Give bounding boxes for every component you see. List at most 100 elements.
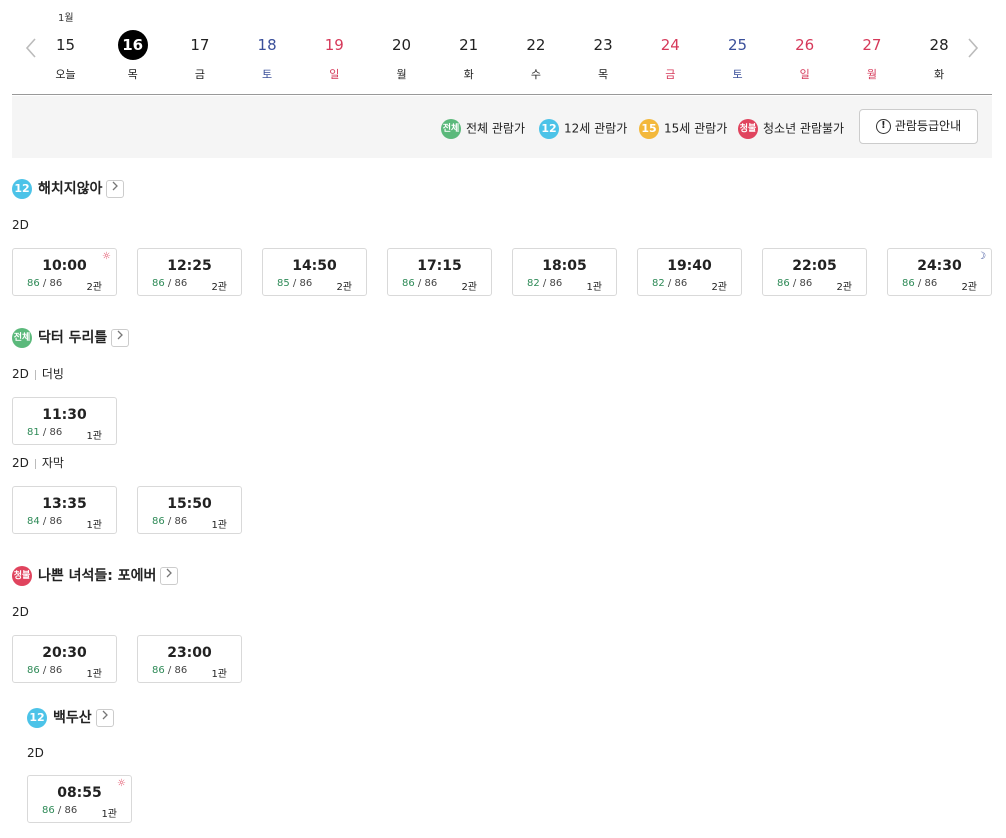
day-weekday: 화 [934, 68, 945, 81]
legend-item-12: 12 12세 관람가 [539, 118, 627, 139]
seats-total: 86 [64, 805, 78, 816]
seats-total: 86 [49, 665, 63, 676]
rating-12-badge: 12 [539, 118, 559, 139]
showtime-slot[interactable]: 15:50 86 / 86 1관 [137, 486, 242, 534]
day-number: 20 [391, 36, 412, 54]
hall-label: 1관 [86, 431, 102, 442]
showtime: 15:50 [167, 496, 212, 512]
showtime: 08:55 [57, 785, 102, 801]
showtime-slot[interactable]: 10:00 86 / 86 2관 ☼ [12, 248, 117, 296]
showtime-slot[interactable]: 23:00 86 / 86 1관 [137, 635, 242, 683]
day-weekday: 토 [732, 68, 743, 81]
movie-detail-button[interactable] [106, 180, 125, 198]
hall-label: 1관 [86, 669, 102, 680]
hall-label: 1관 [86, 520, 102, 531]
sun-icon: ☼ [117, 778, 126, 789]
info-icon: ! [875, 119, 891, 134]
day-number: 27 [862, 36, 882, 54]
movie-name[interactable]: 나쁜 녀석들: 포에버 [38, 568, 156, 584]
seats-separator: / [414, 278, 425, 289]
movie-detail-button[interactable] [95, 709, 114, 727]
day-number: 18 [257, 36, 277, 54]
format-separator [34, 369, 36, 380]
day-17[interactable]: 17 금 [166, 30, 233, 90]
day-27[interactable]: 27 월 [838, 30, 905, 90]
seats-separator: / [789, 278, 800, 289]
day-weekday: 금 [665, 68, 676, 81]
seats-separator: / [39, 665, 50, 676]
seats-total: 86 [674, 278, 688, 289]
showtime-slot[interactable]: 14:50 85 / 86 2관 [262, 248, 367, 296]
day-number: 22 [526, 36, 546, 54]
day-weekday: 화 [463, 68, 474, 81]
day-25[interactable]: 25 토 [704, 30, 771, 90]
seat-count: 86 / 86 [402, 278, 437, 289]
rating-15-badge: 15 [639, 118, 659, 139]
showtime-slot[interactable]: 12:25 86 / 86 2관 [137, 248, 242, 296]
day-22[interactable]: 22 수 [502, 30, 569, 90]
format-type: 2D [12, 605, 29, 619]
movie-title: 12 백두산 [27, 707, 114, 729]
seats-separator: / [164, 278, 175, 289]
seats-available: 86 [27, 665, 40, 676]
rating-badge: 청불 [12, 566, 32, 586]
day-15[interactable]: 15 오늘 [32, 30, 99, 90]
showtime: 11:30 [42, 407, 87, 423]
seat-count: 86 / 86 [152, 516, 187, 527]
showtime-slot[interactable]: 17:15 86 / 86 2관 [387, 248, 492, 296]
day-23[interactable]: 23 목 [570, 30, 637, 90]
showtime-slot[interactable]: 19:40 82 / 86 2관 [637, 248, 742, 296]
seats-separator: / [39, 427, 50, 438]
day-28[interactable]: 28 화 [906, 30, 973, 90]
seats-total: 86 [924, 278, 938, 289]
rating-guide-button[interactable]: ! 관람등급안내 [859, 109, 978, 144]
seats-separator: / [164, 665, 175, 676]
showtime-slot[interactable]: 22:05 86 / 86 2관 [762, 248, 867, 296]
next-date-button[interactable] [966, 36, 980, 60]
legend-item-adult: 청불 청소년 관람불가 [738, 118, 844, 139]
day-number: 23 [593, 36, 613, 54]
day-24[interactable]: 24 금 [637, 30, 704, 90]
date-strip: 1월 15 오늘 16 목 17 금 18 토 19 일 20 월 21 화 22 수 23 목 24 금 25 토 26 일… [0, 0, 1006, 96]
rating-badge: 12 [27, 708, 47, 728]
showtime: 18:05 [542, 258, 587, 274]
day-21[interactable]: 21 화 [435, 30, 502, 90]
showtime-slot[interactable]: 11:30 81 / 86 1관 [12, 397, 117, 445]
showtime-slot[interactable]: 18:05 82 / 86 1관 [512, 248, 617, 296]
movie-name[interactable]: 닥터 두리틀 [38, 330, 107, 346]
movie-detail-button[interactable] [160, 567, 179, 585]
seats-available: 86 [902, 278, 915, 289]
format-label: 2D 자막 [12, 455, 64, 471]
day-16[interactable]: 16 목 [99, 30, 166, 90]
showtime: 14:50 [292, 258, 337, 274]
chevron-right-icon [968, 38, 979, 58]
day-26[interactable]: 26 일 [771, 30, 838, 90]
legend-label: 전체 관람가 [466, 121, 526, 136]
format-sub: 자막 [41, 456, 64, 470]
showtime: 22:05 [792, 258, 837, 274]
day-19[interactable]: 19 일 [301, 30, 368, 90]
showtime-slot[interactable]: 08:55 86 / 86 1관 ☼ [27, 775, 132, 823]
rating-legend: 전체 전체 관람가 12 12세 관람가 15 15세 관람가 청불 청소년 관람불가 … [12, 96, 992, 158]
seats-available: 84 [27, 516, 40, 527]
day-18[interactable]: 18 토 [234, 30, 301, 90]
seats-total: 86 [424, 278, 438, 289]
day-weekday: 금 [194, 68, 205, 81]
movie-name[interactable]: 백두산 [53, 710, 92, 726]
hall-label: 2관 [711, 282, 727, 293]
legend-item-all: 전체 전체 관람가 [441, 118, 526, 139]
showtime-slot[interactable]: 24:30 86 / 86 2관 ☽ [887, 248, 992, 296]
day-20[interactable]: 20 월 [368, 30, 435, 90]
showtime-slot[interactable]: 13:35 84 / 86 1관 [12, 486, 117, 534]
seats-available: 86 [152, 665, 165, 676]
hall-label: 2관 [961, 282, 977, 293]
seats-total: 86 [174, 278, 188, 289]
hall-label: 1관 [101, 809, 117, 820]
seat-count: 86 / 86 [152, 665, 187, 676]
seat-count: 84 / 86 [27, 516, 62, 527]
showtime-slot[interactable]: 20:30 86 / 86 1관 [12, 635, 117, 683]
movie-name[interactable]: 해치지않아 [38, 181, 102, 197]
movie-detail-button[interactable] [111, 329, 130, 347]
format-type: 2D [12, 218, 29, 232]
seats-total: 86 [49, 427, 63, 438]
